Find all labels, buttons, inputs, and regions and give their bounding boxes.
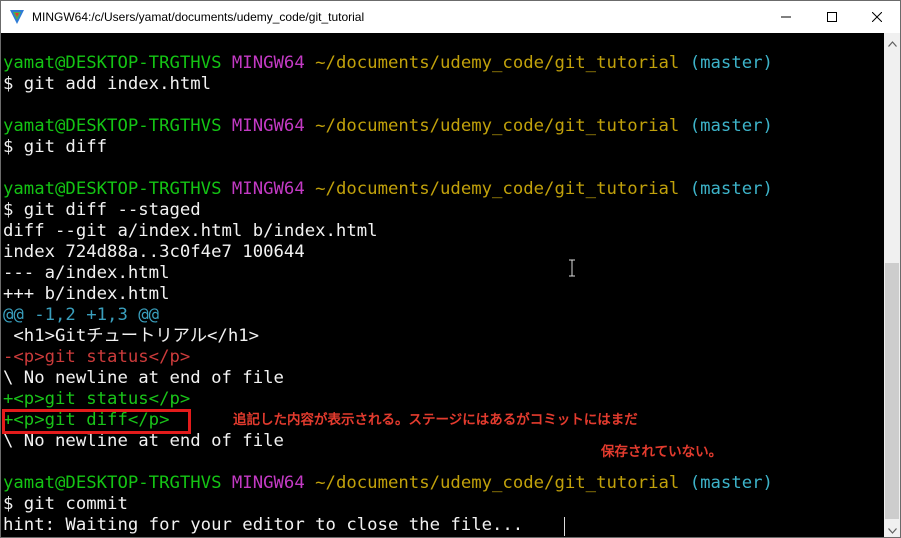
prompt-user: yamat@DESKTOP-TRGTHVS — [3, 473, 222, 493]
command-line: $ git add index.html — [3, 74, 212, 94]
command-line: $ git diff --staged — [3, 200, 201, 220]
prompt-path: ~/documents/udemy_code/git_tutorial — [315, 53, 680, 73]
terminal-window: MINGW64:/c/Users/yamat/documents/udemy_c… — [0, 0, 901, 538]
command-line: $ git commit — [3, 494, 128, 514]
diff-hunk-header: @@ -1,2 +1,3 @@ — [3, 305, 160, 325]
prompt-branch: (master) — [689, 473, 773, 493]
prompt-line: yamat@DESKTOP-TRGTHVS MINGW64 ~/document… — [3, 116, 773, 137]
chevron-up-icon — [887, 32, 897, 51]
prompt-env: MINGW64 — [231, 116, 305, 136]
terminal-output[interactable]: yamat@DESKTOP-TRGTHVS MINGW64 ~/document… — [1, 33, 884, 537]
minimize-icon — [781, 12, 791, 22]
diff-added-line: +<p>git status</p> — [3, 389, 191, 409]
prompt-env: MINGW64 — [231, 179, 305, 199]
prompt-branch: (master) — [689, 53, 773, 73]
prompt-user: yamat@DESKTOP-TRGTHVS — [3, 116, 222, 136]
maximize-icon — [827, 12, 837, 22]
diff-to-file: +++ b/index.html — [3, 284, 170, 304]
prompt-path: ~/documents/udemy_code/git_tutorial — [315, 179, 680, 199]
prompt-user: yamat@DESKTOP-TRGTHVS — [3, 53, 222, 73]
close-icon — [872, 12, 882, 22]
prompt-branch: (master) — [689, 116, 773, 136]
chevron-down-icon — [887, 519, 897, 538]
prompt-path: ~/documents/udemy_code/git_tutorial — [315, 473, 680, 493]
vertical-scrollbar[interactable] — [884, 33, 900, 537]
prompt-line: yamat@DESKTOP-TRGTHVS MINGW64 ~/document… — [3, 179, 773, 200]
scrollbar-thumb[interactable] — [885, 263, 899, 519]
prompt-line: yamat@DESKTOP-TRGTHVS MINGW64 ~/document… — [3, 53, 773, 74]
hint-line: hint: Waiting for your editor to close t… — [3, 515, 534, 535]
diff-from-file: --- a/index.html — [3, 263, 170, 283]
window-title: MINGW64:/c/Users/yamat/documents/udemy_c… — [32, 10, 365, 24]
command-line: $ git diff — [3, 137, 108, 157]
text-cursor — [564, 517, 565, 536]
diff-added-line: +<p>git diff</p> — [3, 410, 170, 430]
prompt-env: MINGW64 — [231, 473, 305, 493]
scroll-down-button[interactable] — [884, 520, 900, 537]
prompt-line: yamat@DESKTOP-TRGTHVS MINGW64 ~/document… — [3, 473, 773, 494]
minimize-button[interactable] — [763, 1, 809, 33]
annotation-text: 保存されていない。 — [601, 444, 723, 460]
diff-index: index 724d88a..3c0f4e7 100644 — [3, 242, 305, 262]
diff-no-newline: \ No newline at end of file — [3, 431, 284, 451]
mingw-terminal-icon — [9, 9, 25, 25]
diff-no-newline: \ No newline at end of file — [3, 368, 284, 388]
diff-removed-line: -<p>git status</p> — [3, 347, 191, 367]
annotation-text: 追記した内容が表示される。ステージにはあるがコミットにはまだ — [233, 412, 638, 428]
maximize-button[interactable] — [809, 1, 855, 33]
prompt-env: MINGW64 — [231, 53, 305, 73]
title-bar[interactable]: MINGW64:/c/Users/yamat/documents/udemy_c… — [1, 1, 900, 33]
scroll-up-button[interactable] — [884, 33, 900, 50]
close-button[interactable] — [854, 1, 900, 33]
diff-header: diff --git a/index.html b/index.html — [3, 221, 378, 241]
prompt-branch: (master) — [689, 179, 773, 199]
ibeam-cursor-icon — [567, 259, 577, 277]
prompt-path: ~/documents/udemy_code/git_tutorial — [315, 116, 680, 136]
prompt-user: yamat@DESKTOP-TRGTHVS — [3, 179, 222, 199]
diff-context-line: <h1>Gitチュートリアル</h1> — [3, 326, 260, 346]
